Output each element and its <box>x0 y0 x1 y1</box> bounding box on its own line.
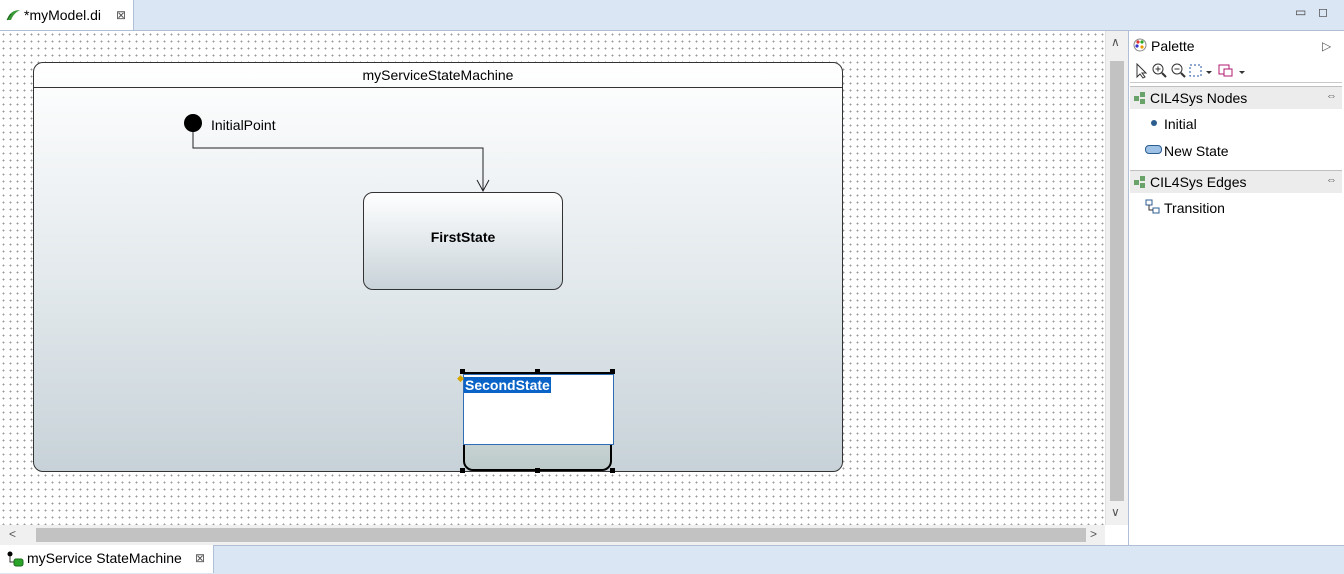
scroll-down-icon[interactable]: ∨ <box>1111 505 1120 519</box>
drawer-icon <box>1134 92 1145 104</box>
second-state-name-editor[interactable]: SecondState <box>463 374 614 445</box>
state-machine-diagram-icon <box>7 551 24 567</box>
palette-item-transition[interactable]: Transition <box>1164 200 1225 216</box>
horizontal-scrollbar[interactable]: < > <box>0 525 1105 545</box>
drawer-icon <box>1134 176 1145 188</box>
initial-point-label: InitialPoint <box>211 117 276 133</box>
close-tab-icon[interactable]: ⊠ <box>195 551 205 565</box>
zoom-out-icon[interactable] <box>1171 63 1187 79</box>
note-tool-icon[interactable] <box>1218 63 1246 79</box>
edit-marker-icon: ◆ <box>457 373 464 383</box>
resize-handle[interactable] <box>610 468 615 473</box>
second-state-label[interactable]: SecondState <box>464 377 551 393</box>
palette-section-title: CIL4Sys Edges <box>1150 174 1247 190</box>
palette-item-new-state[interactable]: New State <box>1164 143 1229 159</box>
initial-point-node[interactable] <box>184 114 202 132</box>
resize-handle[interactable] <box>535 369 540 374</box>
first-state-label: FirstState <box>430 229 496 245</box>
horizontal-scroll-thumb[interactable] <box>36 528 1086 542</box>
palette-collapse-icon[interactable]: ▷ <box>1322 39 1331 53</box>
maximize-icon[interactable]: ◻ <box>1318 5 1328 19</box>
vertical-scrollbar[interactable]: ∧ ∨ <box>1105 31 1128 525</box>
resize-handle[interactable] <box>460 468 465 473</box>
palette-icon <box>1133 38 1147 52</box>
palette-section-nodes[interactable]: CIL4Sys Nodes ⇔ <box>1130 86 1342 109</box>
palette-toolbar <box>1130 60 1342 83</box>
select-pointer-icon[interactable] <box>1134 63 1148 79</box>
zoom-in-icon[interactable] <box>1152 63 1168 79</box>
resize-handle[interactable] <box>610 369 615 374</box>
resize-handle[interactable] <box>535 468 540 473</box>
initial-node-icon <box>1151 120 1157 126</box>
transition-icon <box>1145 199 1160 214</box>
palette-title: Palette <box>1151 38 1195 54</box>
diagram-tab-title: myService StateMachine <box>27 550 182 566</box>
state-node-icon <box>1145 145 1162 154</box>
first-state-node[interactable]: FirstState <box>363 192 563 290</box>
pin-icon[interactable]: ⇔ <box>1326 174 1337 186</box>
diagram-tab[interactable]: myService StateMachine ⊠ <box>0 545 214 573</box>
palette-section-edges[interactable]: CIL4Sys Edges ⇔ <box>1130 170 1342 193</box>
palette-section-title: CIL4Sys Nodes <box>1150 90 1248 106</box>
vertical-scroll-thumb[interactable] <box>1110 61 1124 501</box>
marquee-select-icon[interactable] <box>1189 63 1213 79</box>
scroll-up-icon[interactable]: ∧ <box>1111 35 1120 49</box>
palette-item-initial[interactable]: Initial <box>1164 116 1197 132</box>
scroll-right-icon[interactable]: > <box>1090 527 1097 541</box>
minimize-icon[interactable]: ▭ <box>1295 5 1306 19</box>
scroll-left-icon[interactable]: < <box>9 527 16 541</box>
pin-icon[interactable]: ⇔ <box>1326 90 1337 102</box>
